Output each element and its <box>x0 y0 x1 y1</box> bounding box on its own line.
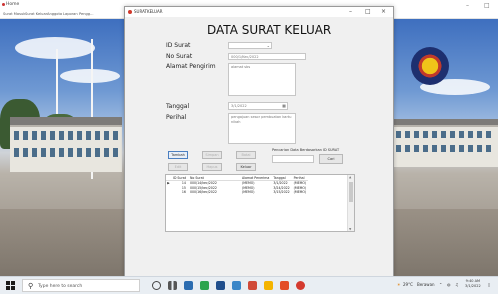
cell-perihal: (MEMO) <box>293 181 307 186</box>
menu-pengguna[interactable]: Pengg... <box>79 12 94 16</box>
perihal-label: Perihal <box>166 114 187 121</box>
notification-icon[interactable]: ▯ <box>488 282 490 287</box>
cell-perihal: (MEMO) <box>293 190 307 195</box>
id-surat-select[interactable]: ⌄ <box>228 42 272 49</box>
search-placeholder: Type here to search <box>38 284 83 289</box>
table-scrollbar[interactable]: ▲ ▼ <box>347 175 354 231</box>
tanggal-date-field[interactable]: 3/1/2022 ▦ <box>228 102 288 110</box>
scroll-down-icon[interactable]: ▼ <box>349 227 351 231</box>
id-surat-label: ID Surat <box>166 42 191 49</box>
clock-date: 3/1/2022 <box>465 284 481 288</box>
taskbar: ⚲ Type here to search ☀ 29°C Berawan ⌃ ◍… <box>0 276 498 294</box>
task-view-icon[interactable] <box>168 281 177 290</box>
weather-desc: Berawan <box>417 282 435 287</box>
network-icon[interactable]: ◍ <box>447 282 451 287</box>
batal-button[interactable]: Batal <box>236 151 256 159</box>
office-icon[interactable] <box>280 281 289 290</box>
calendar-icon[interactable]: ▦ <box>282 103 286 108</box>
chevron-up-icon[interactable]: ⌃ <box>439 282 442 287</box>
cell-no-surat: 000/16/kec/2022 <box>189 190 217 195</box>
cortana-icon[interactable] <box>152 281 161 290</box>
weather-icon: ☀ <box>397 282 401 287</box>
page-title: DATA SURAT KELUAR <box>207 23 332 37</box>
institution-logo <box>411 47 449 85</box>
perihal-textarea[interactable]: pengajuan sesor pembuatan kartu nikah <box>228 113 296 144</box>
taskbar-clock[interactable]: 9:40 AM 3/1/2022 <box>465 279 481 289</box>
mail-icon[interactable] <box>232 281 241 290</box>
weather-temp: 29°C <box>403 282 413 287</box>
menu-surat-masuk[interactable]: Surat Masuk <box>3 12 25 16</box>
file-explorer-icon[interactable] <box>264 281 273 290</box>
menu-anggota[interactable]: Anggota <box>47 12 62 16</box>
cari-button[interactable]: Cari <box>319 154 343 164</box>
surat-keluar-table: ID Surat No Surat Alamat Penerima Tangga… <box>165 174 355 232</box>
hapus-button[interactable]: Hapus <box>202 163 222 171</box>
taskbar-search[interactable]: ⚲ Type here to search <box>22 279 140 292</box>
minimize-icon[interactable]: – <box>349 8 352 15</box>
scrollbar-thumb[interactable] <box>349 182 353 202</box>
search-icon: ⚲ <box>28 282 34 290</box>
tambah-button[interactable]: Tambah <box>168 151 188 159</box>
maximize-icon[interactable]: □ <box>365 8 371 15</box>
app-icon-red[interactable] <box>248 281 257 290</box>
java-taskbar-icon[interactable] <box>296 281 305 290</box>
tanggal-label: Tanggal <box>166 103 190 110</box>
dialog-titlebar: SURATKELUAR – □ × <box>125 7 393 17</box>
edge-icon[interactable] <box>184 281 193 290</box>
no-surat-field[interactable]: 000/1/Kec/2022 <box>228 53 306 60</box>
chevron-down-icon: ⌄ <box>266 43 270 48</box>
home-title: Home <box>6 2 20 7</box>
windows-start-icon[interactable] <box>6 281 15 290</box>
search-input[interactable] <box>272 155 314 163</box>
scroll-up-icon[interactable]: ▲ <box>349 175 351 179</box>
close-icon[interactable]: × <box>381 8 386 15</box>
keluar-button[interactable]: Keluar <box>236 163 256 171</box>
restore-icon[interactable]: □ <box>484 2 490 9</box>
cell-tanggal: 3/15/2022 <box>273 190 290 195</box>
app-icon <box>2 3 5 6</box>
alamat-pengirim-textarea[interactable]: alamat sbs <box>228 63 296 96</box>
surat-keluar-dialog: SURATKELUAR – □ × DATA SURAT KELUAR ID S… <box>124 6 394 277</box>
alamat-pengirim-label: Alamat Pengirim <box>166 63 216 70</box>
cell-alamat: (MEMO) <box>241 190 255 195</box>
java-app-icon <box>128 10 132 14</box>
dialog-title: SURATKELUAR <box>134 9 163 14</box>
simpan-button[interactable]: Simpan <box>202 151 222 159</box>
edit-button[interactable]: Edit <box>168 163 188 171</box>
store-icon[interactable] <box>216 281 225 290</box>
menu-laporan[interactable]: Laporan <box>63 12 78 16</box>
menu-surat-keluar[interactable]: Surat Keluar <box>25 12 47 16</box>
search-label: Pencarian Data Berdasarkan ID SURAT <box>272 148 340 152</box>
table-row[interactable]: 16 000/16/kec/2022 (MEMO) 3/15/2022 (MEM… <box>166 190 308 195</box>
no-surat-label: No Surat <box>166 53 193 60</box>
cell-id: 16 <box>181 190 186 195</box>
app-icon-green[interactable] <box>200 281 209 290</box>
minimize-icon[interactable]: – <box>466 2 469 9</box>
volume-icon[interactable]: ♫ <box>455 282 459 287</box>
